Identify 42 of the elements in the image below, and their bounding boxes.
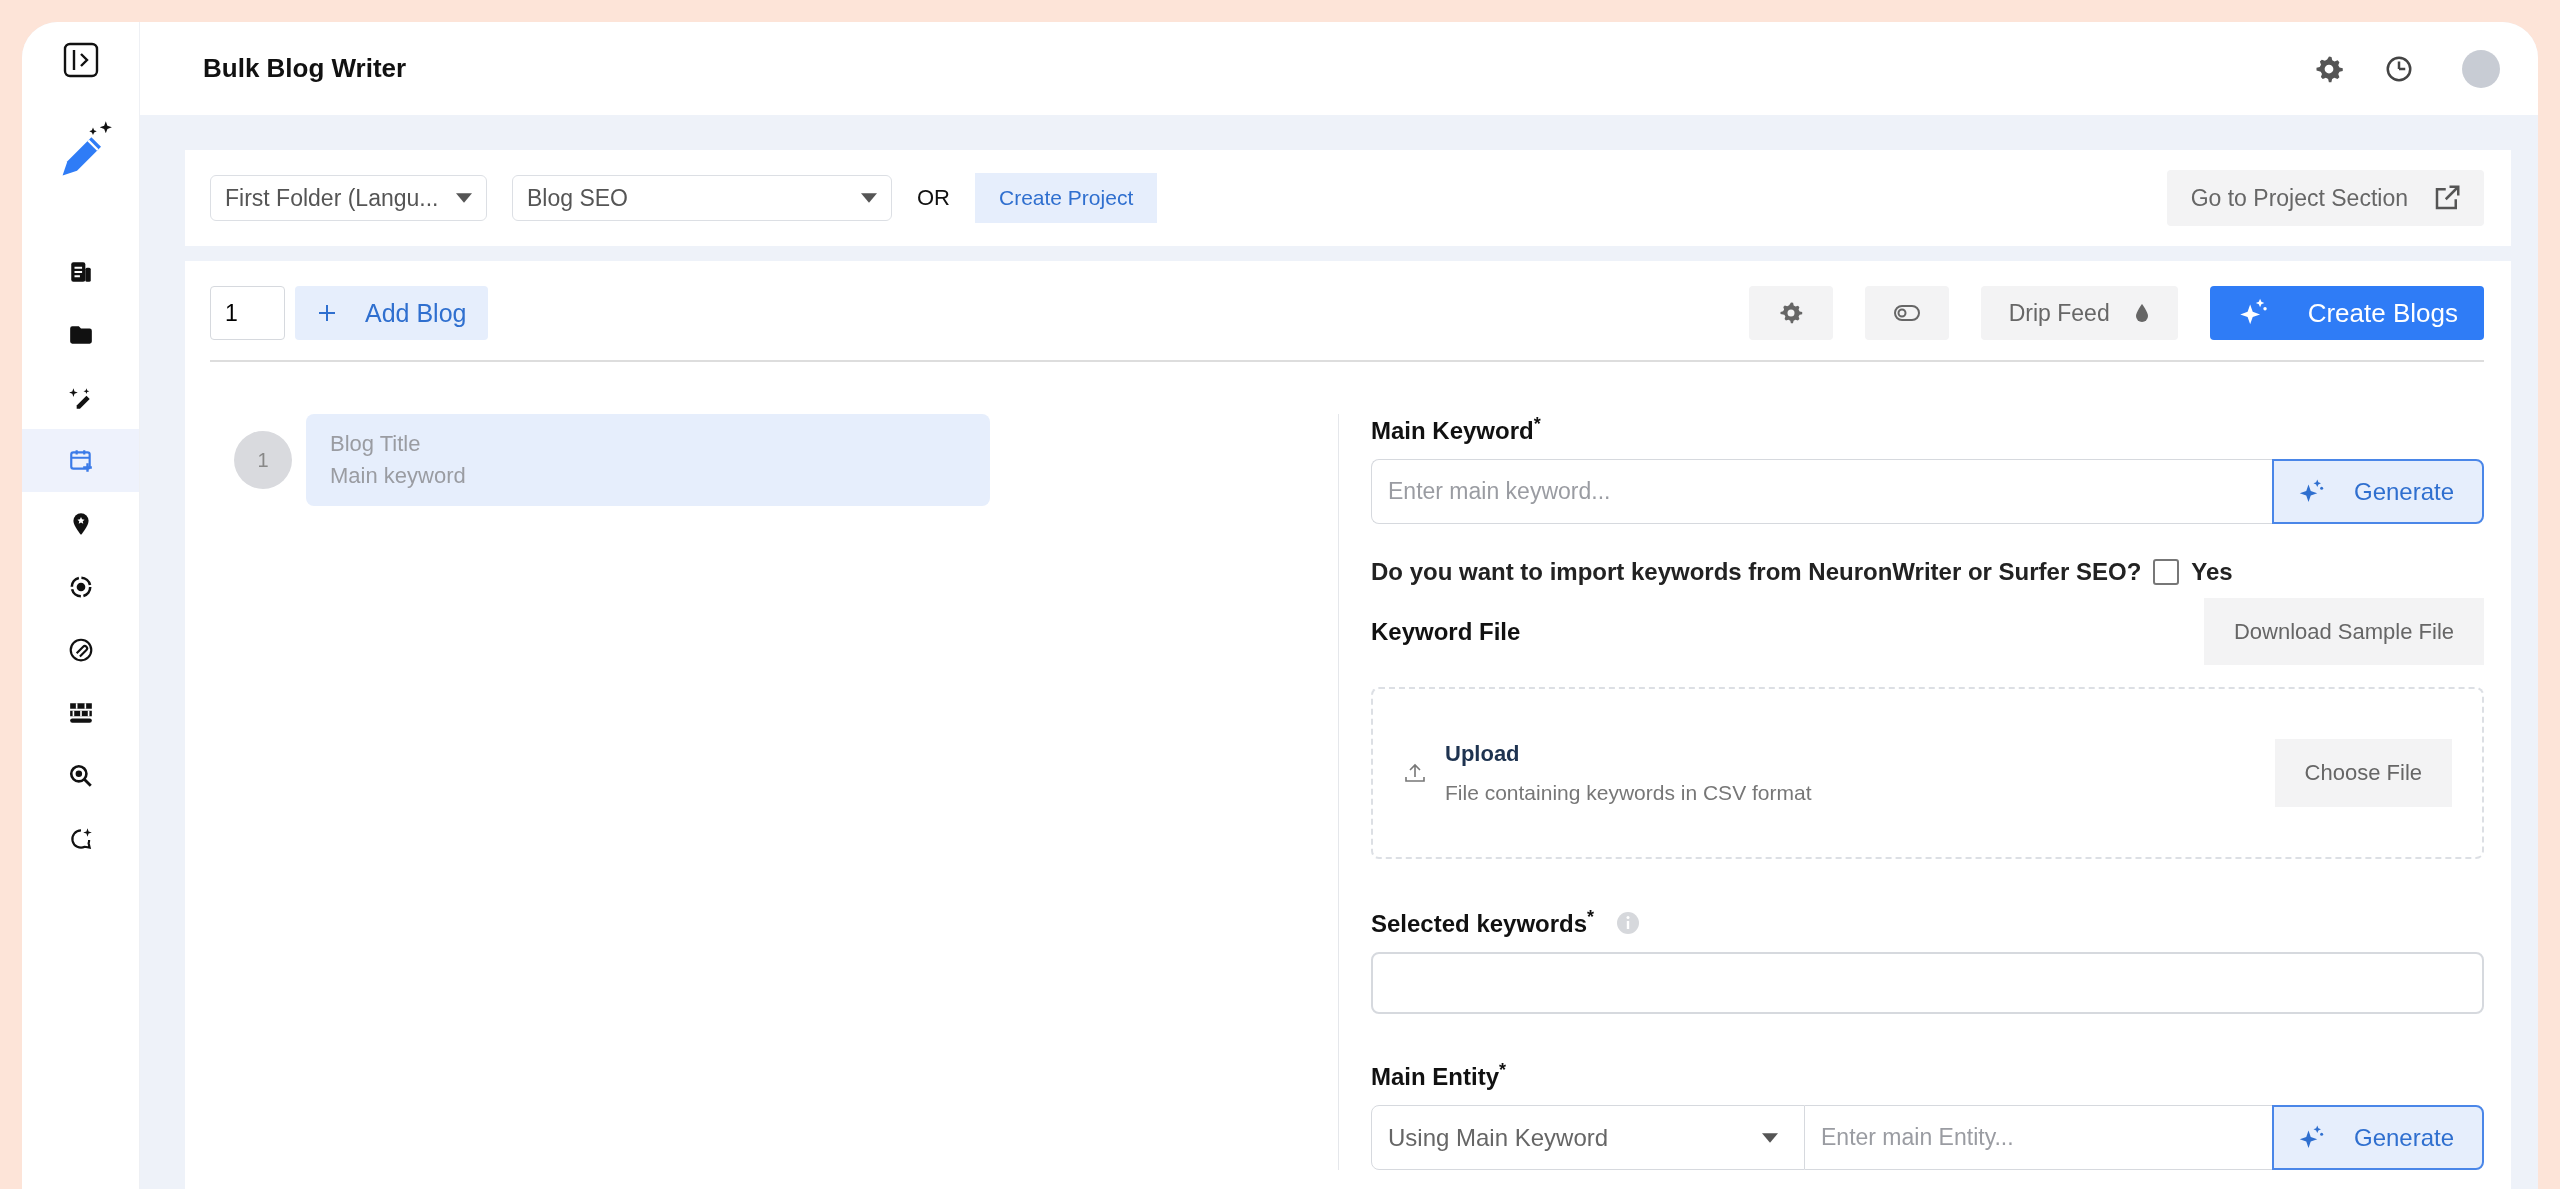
upload-hint: File containing keywords in CSV format [1445,781,1813,805]
add-blog-button[interactable]: Add Blog [295,286,489,340]
search-icon [67,762,94,789]
field-label: Keyword File [1371,617,1521,646]
keyword-placeholder: Main keyword [330,463,466,489]
folder-select[interactable]: First Folder (Langu... [210,175,487,221]
project-select[interactable]: Blog SEO [512,175,892,221]
drop-icon [2133,303,2150,323]
caret-icon [456,193,472,203]
sidebar-toggle-icon[interactable] [62,42,99,78]
blog-number: 1 [234,431,292,489]
create-project-button[interactable]: Create Project [975,173,1158,223]
generate-button[interactable]: Generate [2272,1105,2484,1170]
settings-button[interactable] [1748,286,1833,340]
field-label: Main Keyword$^{*}$ [1371,414,1542,445]
main-keyword-field[interactable]: Enter main keyword... [1371,459,2272,524]
plus-icon [317,303,337,323]
field-label: Main Entity$^{*}$ [1371,1060,1508,1091]
checkbox[interactable] [2153,559,2180,585]
upload-icon [1403,761,1427,785]
toggle-button[interactable] [1864,286,1949,340]
page-title: Bulk Blog Writer [203,53,408,84]
or-label: OR [917,185,950,211]
caret-icon [861,193,877,203]
import-question: Do you want to import keywords from NeuronWriter or Surfer SEO? [1371,558,2142,586]
selected-keywords-field[interactable] [1371,952,2484,1014]
field-label: Selected keywords$^{*}$ [1371,907,1595,938]
blog-title-placeholder: Blog Title [330,431,421,457]
blog-count-field[interactable]: 1 [210,286,285,340]
caret-icon [1762,1132,1778,1143]
generate-button[interactable]: Generate [2272,459,2484,524]
calendar-plus-icon [67,447,94,474]
choose-file-button[interactable]: Choose File [2274,739,2452,807]
main-entity-field[interactable]: Enter main Entity... [1805,1105,2272,1170]
entity-source-select[interactable]: Using Main Keyword [1371,1105,1805,1170]
upload-title: Upload [1445,741,1521,767]
drip-feed-button[interactable]: Drip Feed [1980,286,2178,340]
upload-dropzone[interactable]: Upload File containing keywords in CSV format Choose File [1371,687,2484,859]
go-to-project-button[interactable]: Go to Project Section [2166,170,2484,226]
download-sample-button[interactable]: Download Sample File [2203,598,2484,665]
create-blogs-button[interactable]: Create Blogs [2209,286,2484,340]
checkbox-label: Yes [2191,558,2233,586]
